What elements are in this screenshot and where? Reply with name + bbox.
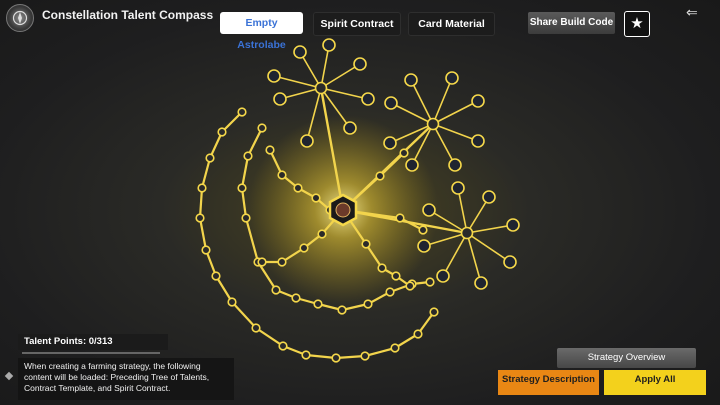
- talent-link: [410, 79, 434, 125]
- talent-node[interactable]: [331, 353, 341, 363]
- talent-icon-node[interactable]: [448, 158, 462, 172]
- talent-node[interactable]: [237, 107, 247, 117]
- talent-link: [246, 126, 264, 158]
- talent-node[interactable]: [241, 213, 251, 223]
- talent-icon-node[interactable]: [474, 276, 488, 290]
- talent-node[interactable]: [363, 299, 373, 309]
- talent-node[interactable]: [337, 305, 347, 315]
- talent-node[interactable]: [311, 193, 321, 203]
- talent-node[interactable]: [293, 183, 303, 193]
- talent-node[interactable]: [301, 350, 311, 360]
- talent-node[interactable]: [375, 171, 385, 181]
- talent-node[interactable]: [391, 271, 401, 281]
- talent-link: [363, 346, 397, 358]
- center-core[interactable]: [328, 193, 358, 227]
- apply-all-button[interactable]: Apply All: [604, 370, 706, 395]
- talent-icon-node[interactable]: [422, 203, 436, 217]
- talent-node[interactable]: [377, 263, 387, 273]
- talent-icon-node[interactable]: [384, 96, 398, 110]
- talent-icon-node[interactable]: [471, 134, 485, 148]
- talent-node[interactable]: [313, 299, 323, 309]
- talent-icon-node[interactable]: [405, 158, 419, 172]
- talent-link: [230, 300, 258, 330]
- talent-icon-node[interactable]: [343, 121, 357, 135]
- talent-node[interactable]: [360, 351, 370, 361]
- talent-node[interactable]: [399, 148, 409, 158]
- talent-link: [457, 187, 468, 234]
- talent-icon-node[interactable]: [300, 134, 314, 148]
- talent-node[interactable]: [237, 183, 247, 193]
- talent-node[interactable]: [217, 127, 227, 137]
- strategy-description-button[interactable]: Strategy Description: [498, 370, 599, 395]
- talent-link: [273, 75, 322, 89]
- talent-node[interactable]: [211, 271, 221, 281]
- talent-icon-node[interactable]: [482, 190, 496, 204]
- talent-node[interactable]: [277, 170, 287, 180]
- talent-icon-node[interactable]: [322, 38, 336, 52]
- talent-link: [432, 77, 453, 125]
- talent-node[interactable]: [197, 183, 207, 193]
- talent-link: [390, 102, 434, 125]
- talent-node[interactable]: [418, 225, 428, 235]
- talent-node[interactable]: [390, 343, 400, 353]
- strategy-info-text: When creating a farming strategy, the fo…: [18, 358, 234, 400]
- talent-icon-node[interactable]: [451, 181, 465, 195]
- talent-link: [200, 156, 212, 190]
- talent-node[interactable]: [205, 153, 215, 163]
- talent-icon-node[interactable]: [471, 94, 485, 108]
- talent-node[interactable]: [195, 213, 205, 223]
- talent-link: [240, 154, 250, 190]
- talent-node[interactable]: [251, 323, 261, 333]
- talent-node[interactable]: [265, 145, 275, 155]
- talent-node[interactable]: [278, 341, 288, 351]
- core-emblem-icon: [335, 202, 351, 218]
- talent-node[interactable]: [405, 281, 415, 291]
- talent-icon-node[interactable]: [445, 71, 459, 85]
- talent-link: [466, 224, 514, 234]
- talent-node[interactable]: [425, 277, 435, 287]
- talent-link: [432, 123, 479, 142]
- talent-link: [254, 326, 285, 348]
- talent-icon-node[interactable]: [267, 69, 281, 83]
- star-center-node[interactable]: [460, 226, 474, 240]
- talent-node[interactable]: [361, 239, 371, 249]
- talent-node[interactable]: [395, 213, 405, 223]
- talent-node[interactable]: [201, 245, 211, 255]
- talent-icon-node[interactable]: [383, 136, 397, 150]
- divider: [22, 352, 160, 354]
- star-center-node[interactable]: [426, 117, 440, 131]
- talent-icon-node[interactable]: [436, 269, 450, 283]
- talent-icon-node[interactable]: [353, 57, 367, 71]
- talent-link: [432, 123, 456, 166]
- talent-node[interactable]: [317, 229, 327, 239]
- talent-link: [432, 100, 479, 125]
- talent-node[interactable]: [227, 297, 237, 307]
- talent-node[interactable]: [413, 329, 423, 339]
- talent-node[interactable]: [277, 257, 287, 267]
- talent-node[interactable]: [257, 257, 267, 267]
- talent-node[interactable]: [243, 151, 253, 161]
- talent-icon-node[interactable]: [506, 218, 520, 232]
- talent-link: [320, 63, 361, 89]
- talent-icon-node[interactable]: [293, 45, 307, 59]
- talent-node[interactable]: [257, 123, 267, 133]
- talent-node[interactable]: [291, 293, 301, 303]
- star-center-node[interactable]: [314, 81, 328, 95]
- talent-link: [198, 216, 208, 252]
- talent-node[interactable]: [385, 287, 395, 297]
- talent-icon-node[interactable]: [361, 92, 375, 106]
- strategy-overview-button[interactable]: Strategy Overview: [557, 348, 696, 368]
- talent-node[interactable]: [429, 307, 439, 317]
- talent-icon-node[interactable]: [417, 239, 431, 253]
- talent-node[interactable]: [271, 285, 281, 295]
- talent-icon-node[interactable]: [503, 255, 517, 269]
- talent-points-label: Talent Points: 0/313: [18, 334, 168, 350]
- talent-node[interactable]: [299, 243, 309, 253]
- talent-icon-node[interactable]: [404, 73, 418, 87]
- talent-icon-node[interactable]: [273, 92, 287, 106]
